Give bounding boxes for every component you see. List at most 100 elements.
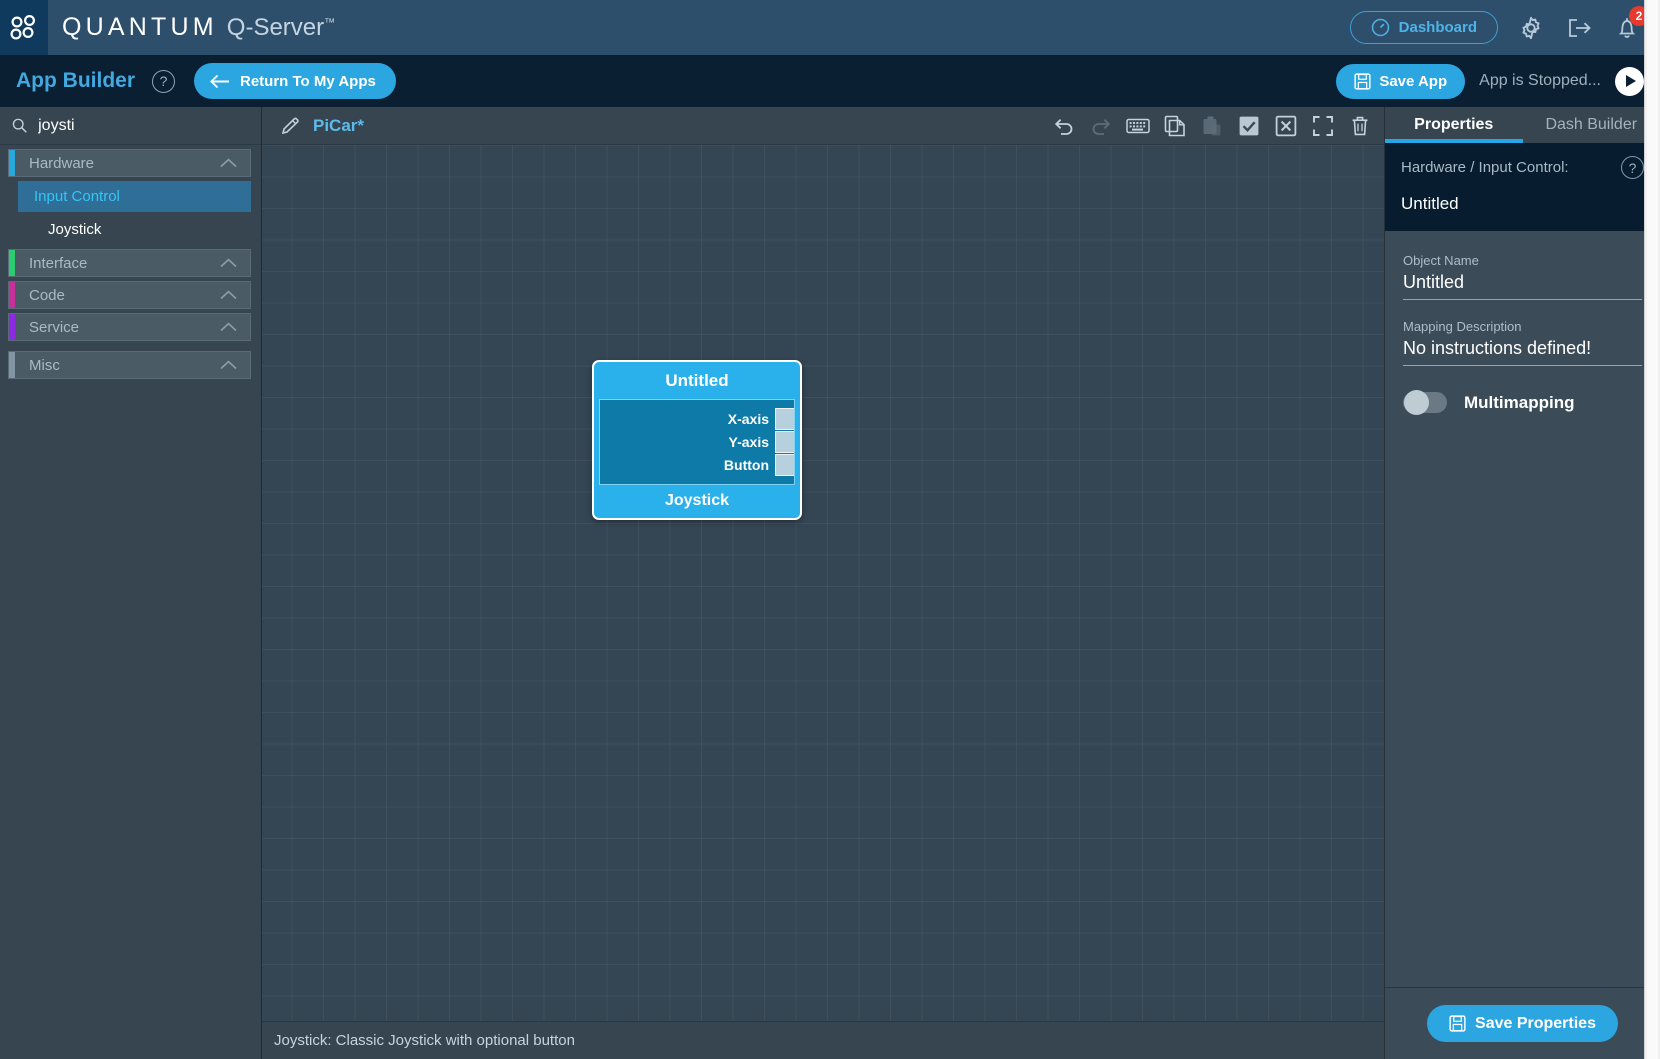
- logout-button[interactable]: [1564, 13, 1594, 43]
- sidebar-item-input-control[interactable]: Input Control: [18, 181, 251, 212]
- mapping-description-input[interactable]: No instructions defined!: [1403, 338, 1642, 366]
- run-app-button[interactable]: [1615, 66, 1644, 96]
- library-search-row: [0, 107, 261, 145]
- node-port-row[interactable]: Button: [600, 453, 794, 476]
- pencil-icon[interactable]: [280, 116, 300, 136]
- select-all-icon[interactable]: [1237, 114, 1261, 138]
- node-type-label: Joystick: [664, 492, 730, 509]
- toggle-knob: [1404, 390, 1429, 415]
- sidebar-category-misc[interactable]: Misc: [8, 351, 251, 379]
- context-path: Hardware / Input Control:: [1401, 159, 1569, 176]
- search-icon: [12, 118, 27, 133]
- tab-label: Properties: [1414, 116, 1494, 133]
- properties-fields: Object Name Untitled Mapping Description…: [1385, 231, 1660, 415]
- brand-product: Q-Server™: [226, 14, 336, 41]
- trash-icon[interactable]: [1348, 114, 1372, 138]
- tab-properties[interactable]: Properties: [1385, 107, 1523, 143]
- properties-panel: Properties Dash Builder Hardware / Input…: [1384, 107, 1660, 1059]
- sidebar-item-label: Joystick: [48, 221, 102, 238]
- field-mapping-description: Mapping Description No instructions defi…: [1403, 319, 1642, 366]
- context-object-name: Untitled: [1401, 194, 1459, 213]
- sidebar-category-hardware[interactable]: Hardware: [8, 149, 251, 177]
- field-object-name: Object Name Untitled: [1403, 253, 1642, 300]
- component-tree: Hardware Input Control Joystick Interfac…: [0, 145, 261, 383]
- category-label: Misc: [29, 356, 60, 374]
- return-to-my-apps-button[interactable]: Return To My Apps: [194, 63, 396, 99]
- search-input[interactable]: [38, 116, 249, 135]
- return-label: Return To My Apps: [240, 72, 376, 90]
- port-label: Y-axis: [728, 433, 769, 450]
- tab-dash-builder[interactable]: Dash Builder: [1523, 107, 1660, 143]
- multimapping-row: Multimapping: [1403, 390, 1642, 415]
- dashboard-label: Dashboard: [1398, 19, 1477, 36]
- floppy-disk-icon: [1354, 72, 1371, 90]
- sidebar-item-label: Input Control: [34, 188, 120, 205]
- sidebar-category-code[interactable]: Code: [8, 281, 251, 309]
- canvas-title: PiCar*: [313, 115, 365, 135]
- node-body: X-axis Y-axis Button: [599, 399, 795, 485]
- app-canvas[interactable]: Untitled X-axis Y-axis Button Joystick: [262, 145, 1384, 1021]
- brand-bar: QUANTUM Q-Server™ Dashboard 2: [0, 0, 1660, 55]
- redo-icon: [1089, 114, 1113, 138]
- chevron-up-icon: [220, 258, 237, 268]
- port-connector[interactable]: [775, 453, 794, 476]
- settings-button[interactable]: [1516, 13, 1546, 43]
- fullscreen-icon[interactable]: [1311, 114, 1335, 138]
- status-text: Joystick: Classic Joystick with optional…: [274, 1032, 575, 1049]
- main-body: Hardware Input Control Joystick Interfac…: [0, 107, 1660, 1059]
- canvas-column: PiCar* Untitled X-axis Y-axis Button Joy…: [262, 107, 1384, 1059]
- category-label: Code: [29, 286, 65, 304]
- gauge-icon: [1371, 18, 1389, 37]
- brand-bar-actions: Dashboard 2: [1349, 5, 1660, 44]
- sidebar-category-service[interactable]: Service: [8, 313, 251, 341]
- field-label: Object Name: [1403, 253, 1479, 268]
- properties-help-icon[interactable]: ?: [1621, 156, 1644, 179]
- notifications-button[interactable]: 2: [1612, 5, 1649, 43]
- copy-icon[interactable]: [1163, 114, 1187, 138]
- chevron-up-icon: [220, 360, 237, 370]
- category-label: Service: [29, 318, 80, 336]
- page-scrollbar[interactable]: [1644, 0, 1660, 1059]
- save-app-button[interactable]: Save App: [1336, 63, 1466, 99]
- canvas-tool-row: [1052, 114, 1372, 138]
- object-name-input[interactable]: Untitled: [1403, 272, 1642, 300]
- field-label: Mapping Description: [1403, 319, 1522, 334]
- canvas-toolbar: PiCar*: [262, 107, 1384, 145]
- node-port-row[interactable]: X-axis: [600, 407, 794, 430]
- app-logo[interactable]: [0, 0, 48, 55]
- logout-icon: [1569, 18, 1591, 37]
- keyboard-icon[interactable]: [1126, 114, 1150, 138]
- node-title: Untitled: [665, 371, 729, 390]
- save-properties-button[interactable]: Save Properties: [1427, 1005, 1618, 1042]
- port-label: X-axis: [727, 410, 769, 427]
- node-port-row[interactable]: Y-axis: [600, 430, 794, 453]
- undo-icon[interactable]: [1052, 114, 1076, 138]
- molecule-logo-icon: [10, 14, 36, 40]
- multimapping-label: Multimapping: [1464, 392, 1575, 412]
- page-scrollbar-thumb[interactable]: [1647, 0, 1658, 1059]
- chevron-up-icon: [220, 322, 237, 332]
- port-connector[interactable]: [775, 430, 794, 453]
- chevron-up-icon: [220, 290, 237, 300]
- gear-icon: [1522, 16, 1540, 39]
- sidebar-category-interface[interactable]: Interface: [8, 249, 251, 277]
- floppy-disk-icon: [1449, 1015, 1466, 1032]
- app-builder-help-icon[interactable]: ?: [152, 69, 175, 93]
- paste-icon: [1200, 114, 1224, 138]
- app-builder-actions: Save App App is Stopped...: [1336, 63, 1660, 99]
- app-builder-bar: App Builder ? Return To My Apps Save App…: [0, 55, 1660, 107]
- dashboard-button[interactable]: Dashboard: [1349, 11, 1498, 44]
- canvas-status-bar: Joystick: Classic Joystick with optional…: [262, 1021, 1384, 1059]
- multimapping-toggle[interactable]: [1403, 390, 1447, 415]
- deselect-icon[interactable]: [1274, 114, 1298, 138]
- port-connector[interactable]: [775, 407, 794, 430]
- save-properties-label: Save Properties: [1475, 1014, 1596, 1032]
- chevron-up-icon: [220, 158, 237, 168]
- app-status-text: App is Stopped...: [1479, 72, 1601, 89]
- joystick-node[interactable]: Untitled X-axis Y-axis Button Joystick: [592, 360, 802, 520]
- brand-name: QUANTUM: [62, 13, 218, 41]
- tab-label: Dash Builder: [1545, 116, 1638, 133]
- sidebar-item-joystick[interactable]: Joystick: [18, 214, 251, 245]
- properties-footer: Save Properties: [1385, 987, 1660, 1059]
- properties-context-block: Hardware / Input Control: ? Untitled: [1385, 143, 1660, 231]
